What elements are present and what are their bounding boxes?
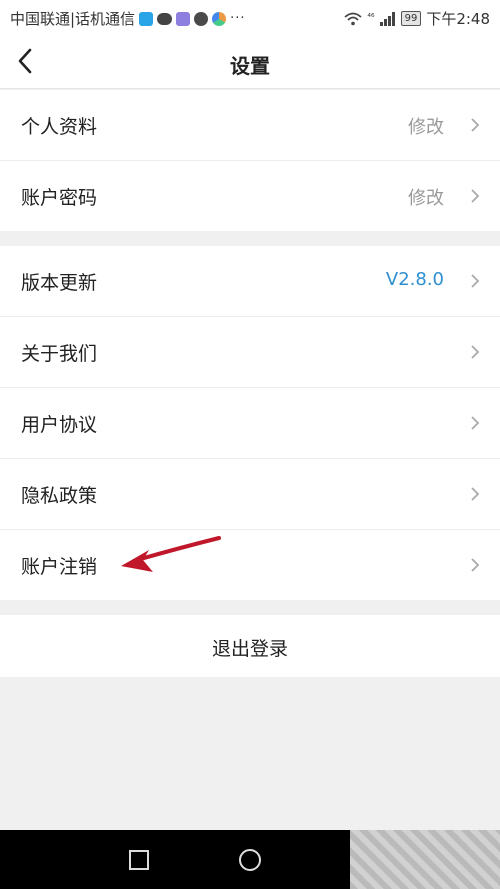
chevron-right-icon bbox=[471, 345, 480, 359]
wifi-icon bbox=[344, 12, 362, 25]
qq-icon bbox=[139, 11, 154, 26]
annotation-arrow-icon bbox=[121, 536, 221, 572]
app-header: 设置 bbox=[0, 36, 500, 89]
info-group: 版本更新 V2.8.0 关于我们 用户协议 隐私政策 账户注销 bbox=[0, 246, 500, 600]
account-group: 个人资料 修改 账户密码 修改 bbox=[0, 90, 500, 231]
home-icon[interactable] bbox=[239, 849, 261, 871]
row-value: 修改 bbox=[408, 188, 444, 209]
version-value: V2.8.0 bbox=[385, 269, 444, 290]
row-account-deletion[interactable]: 账户注销 bbox=[0, 530, 500, 600]
status-right: ⁴⁶ 99 下午2:48 bbox=[344, 8, 490, 29]
system-nav-bar bbox=[0, 830, 500, 889]
row-label: 账户密码 bbox=[21, 187, 98, 209]
carrier-label: 中国联通|话机通信 bbox=[10, 10, 136, 28]
row-label: 关于我们 bbox=[21, 343, 98, 365]
row-profile[interactable]: 个人资料 修改 bbox=[0, 90, 500, 161]
chevron-right-icon bbox=[471, 558, 480, 572]
status-left: 中国联通|话机通信 ··· bbox=[10, 8, 245, 29]
status-bar: 中国联通|话机通信 ··· ⁴⁶ 99 下午2:48 bbox=[0, 0, 500, 36]
browser-icon bbox=[212, 11, 227, 26]
row-label: 版本更新 bbox=[21, 272, 98, 294]
chevron-right-icon bbox=[471, 118, 480, 132]
battery-indicator: 99 bbox=[400, 11, 422, 26]
logout-label: 退出登录 bbox=[211, 638, 288, 660]
more-notifications-icon: ··· bbox=[230, 11, 246, 26]
message-icon bbox=[157, 12, 173, 25]
row-about-us[interactable]: 关于我们 bbox=[0, 317, 500, 388]
chevron-right-icon bbox=[471, 416, 480, 430]
watermark bbox=[350, 830, 500, 889]
page-title: 设置 bbox=[230, 54, 270, 78]
recent-apps-icon[interactable] bbox=[129, 850, 149, 870]
row-value: 修改 bbox=[408, 117, 444, 138]
row-label: 账户注销 bbox=[21, 556, 98, 578]
chevron-right-icon bbox=[471, 189, 480, 203]
row-privacy-policy[interactable]: 隐私政策 bbox=[0, 459, 500, 530]
clock: 下午2:48 bbox=[426, 10, 490, 28]
row-label: 个人资料 bbox=[21, 116, 98, 138]
wechat-icon bbox=[194, 11, 209, 26]
network-type: ⁴⁶ bbox=[367, 13, 375, 23]
row-label: 用户协议 bbox=[21, 414, 98, 436]
row-label: 隐私政策 bbox=[21, 485, 98, 507]
row-version-update[interactable]: 版本更新 V2.8.0 bbox=[0, 246, 500, 317]
app-icon bbox=[176, 11, 191, 26]
row-password[interactable]: 账户密码 修改 bbox=[0, 161, 500, 231]
row-user-agreement[interactable]: 用户协议 bbox=[0, 388, 500, 459]
chevron-right-icon bbox=[471, 487, 480, 501]
logout-button[interactable]: 退出登录 bbox=[0, 615, 500, 677]
chevron-right-icon bbox=[471, 274, 480, 288]
signal-icon bbox=[379, 11, 395, 26]
